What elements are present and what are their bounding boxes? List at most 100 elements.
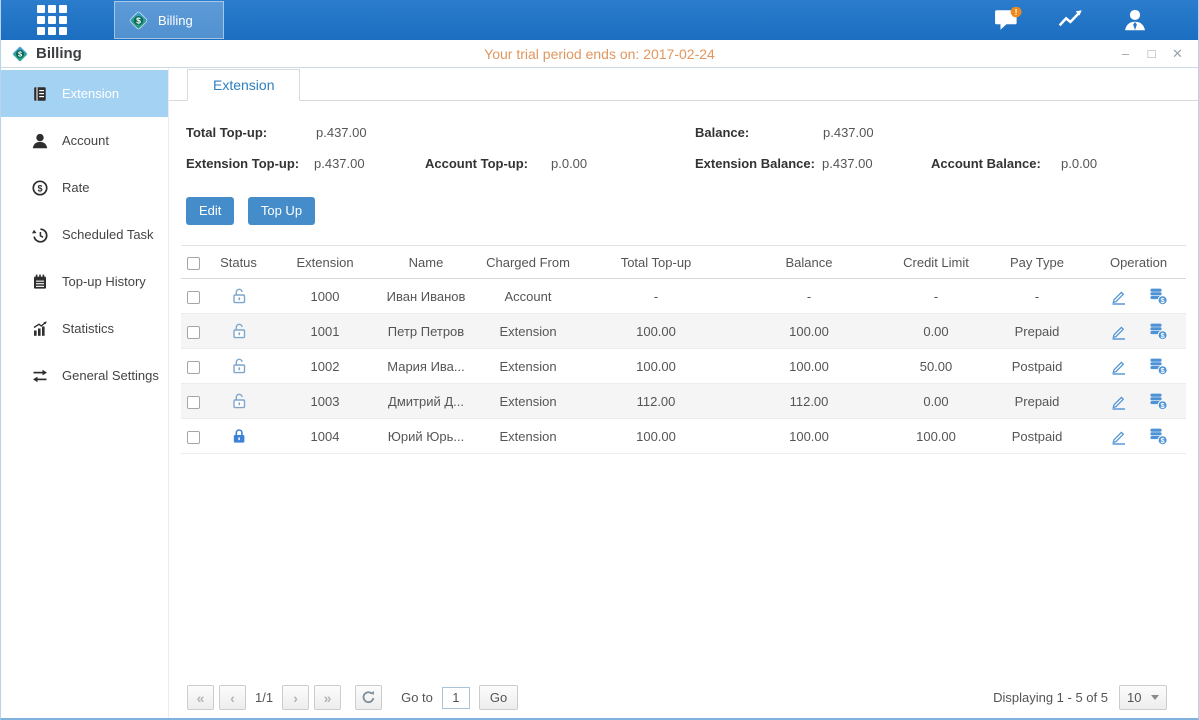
page-size-value: 10 (1127, 690, 1141, 705)
sidebar-item-label: Extension (62, 86, 119, 101)
page-indicator: 1/1 (255, 690, 273, 705)
lock-open-icon[interactable] (230, 392, 248, 410)
cell-credit-limit: 0.00 (889, 384, 983, 419)
row-checkbox[interactable] (187, 326, 200, 339)
sidebar-item-statistics[interactable]: Statistics (1, 305, 168, 352)
last-page-button[interactable]: » (314, 685, 341, 710)
topup-coins-icon[interactable]: $ (1148, 392, 1168, 411)
balance-summary: Total Top-up: p.437.00 Balance: p.437.00… (169, 117, 1198, 179)
taskbar-billing-tab[interactable]: $ Billing (114, 1, 224, 39)
resource-monitor-button[interactable] (1058, 8, 1086, 32)
tab-extension[interactable]: Extension (187, 69, 300, 101)
cell-balance: 100.00 (729, 349, 889, 384)
window-title: $ Billing (11, 45, 82, 63)
clock-icon (31, 226, 49, 244)
account-topup-label: Account Top-up: (425, 154, 528, 174)
select-all-checkbox[interactable] (187, 257, 200, 270)
edit-pencil-icon[interactable] (1109, 427, 1128, 446)
sidebar-item-label: Account (62, 133, 109, 148)
topbar-actions: ! (994, 7, 1148, 33)
col-header-pay-type: Pay Type (983, 246, 1091, 279)
cell-credit-limit: 50.00 (889, 349, 983, 384)
cell-total-topup: - (583, 279, 729, 314)
notepad-icon (31, 273, 49, 291)
svg-text:$: $ (37, 183, 42, 193)
cell-extension: 1001 (271, 314, 379, 349)
sidebar-item-rate[interactable]: $ Rate (1, 164, 168, 211)
user-menu-button[interactable] (1122, 7, 1148, 33)
close-icon[interactable]: ✕ (1169, 46, 1186, 62)
cell-balance: - (729, 279, 889, 314)
edit-pencil-icon[interactable] (1109, 392, 1128, 411)
topup-coins-icon[interactable]: $ (1148, 427, 1168, 446)
cell-credit-limit: 0.00 (889, 314, 983, 349)
row-checkbox[interactable] (187, 431, 200, 444)
billing-app-icon-small: $ (11, 45, 29, 63)
maximize-icon[interactable]: □ (1143, 46, 1160, 62)
cell-pay-type: - (983, 279, 1091, 314)
lock-open-icon[interactable] (230, 357, 248, 375)
table-row: 1001 Петр Петров Extension 100.00 100.00… (181, 314, 1186, 349)
sidebar: Extension Account $ Rate Scheduled Task (1, 68, 169, 718)
titlebar: $ Billing Your trial period ends on: 201… (1, 40, 1198, 68)
lock-open-icon[interactable] (230, 287, 248, 305)
pagination-bar: « ‹ 1/1 › » Go to Go Displaying 1 - 5 of… (187, 684, 1167, 711)
sidebar-item-label: General Settings (62, 368, 159, 383)
cell-credit-limit: 100.00 (889, 419, 983, 454)
top-up-button[interactable]: Top Up (248, 197, 315, 225)
cell-total-topup: 112.00 (583, 384, 729, 419)
cell-extension: 1000 (271, 279, 379, 314)
first-page-button[interactable]: « (187, 685, 214, 710)
cell-name: Дмитрий Д... (379, 384, 473, 419)
col-header-credit-limit: Credit Limit (889, 246, 983, 279)
extension-topup-value: p.437.00 (314, 154, 365, 174)
total-topup-value: p.437.00 (316, 123, 367, 143)
goto-page-input[interactable] (442, 687, 470, 709)
prev-page-button[interactable]: ‹ (219, 685, 246, 710)
sidebar-item-topup-history[interactable]: Top-up History (1, 258, 168, 305)
cell-extension: 1003 (271, 384, 379, 419)
goto-label: Go to (401, 690, 433, 705)
sidebar-item-general-settings[interactable]: General Settings (1, 352, 168, 399)
refresh-button[interactable] (355, 685, 382, 710)
sidebar-item-account[interactable]: Account (1, 117, 168, 164)
sidebar-item-extension[interactable]: Extension (1, 70, 168, 117)
window-title-label: Billing (36, 45, 82, 62)
topup-coins-icon[interactable]: $ (1148, 287, 1168, 306)
minimize-icon[interactable]: – (1117, 46, 1134, 62)
notifications-button[interactable]: ! (994, 7, 1022, 33)
cell-charged-from: Account (473, 279, 583, 314)
app-launcher-grid-icon[interactable] (37, 5, 67, 35)
next-page-button[interactable]: › (282, 685, 309, 710)
go-button[interactable]: Go (479, 685, 518, 710)
edit-button[interactable]: Edit (186, 197, 234, 225)
balance-label: Balance: (695, 123, 749, 143)
lock-closed-icon[interactable] (230, 427, 248, 445)
sidebar-item-scheduled-task[interactable]: Scheduled Task (1, 211, 168, 258)
cell-pay-type: Postpaid (983, 349, 1091, 384)
row-checkbox[interactable] (187, 361, 200, 374)
row-checkbox[interactable] (187, 291, 200, 304)
topup-coins-icon[interactable]: $ (1148, 322, 1168, 341)
page-size-select[interactable]: 10 (1119, 685, 1167, 710)
table-row: 1000 Иван Иванов Account - - - - $ (181, 279, 1186, 314)
notification-badge: ! (1015, 7, 1018, 17)
cell-charged-from: Extension (473, 419, 583, 454)
edit-pencil-icon[interactable] (1109, 357, 1128, 376)
cell-balance: 100.00 (729, 314, 889, 349)
content-spacer (169, 454, 1198, 684)
window-controls: – □ ✕ (1117, 46, 1186, 62)
edit-pencil-icon[interactable] (1109, 322, 1128, 341)
edit-pencil-icon[interactable] (1109, 287, 1128, 306)
cell-name: Петр Петров (379, 314, 473, 349)
lock-open-icon[interactable] (230, 322, 248, 340)
cell-balance: 112.00 (729, 384, 889, 419)
cell-name: Юрий Юрь... (379, 419, 473, 454)
row-checkbox[interactable] (187, 396, 200, 409)
topup-coins-icon[interactable]: $ (1148, 357, 1168, 376)
table-row: 1002 Мария Ива... Extension 100.00 100.0… (181, 349, 1186, 384)
table-row: 1003 Дмитрий Д... Extension 112.00 112.0… (181, 384, 1186, 419)
billing-app-icon: $ (128, 10, 149, 31)
taskbar-tab-label: Billing (158, 13, 193, 28)
sidebar-item-label: Rate (62, 180, 89, 195)
